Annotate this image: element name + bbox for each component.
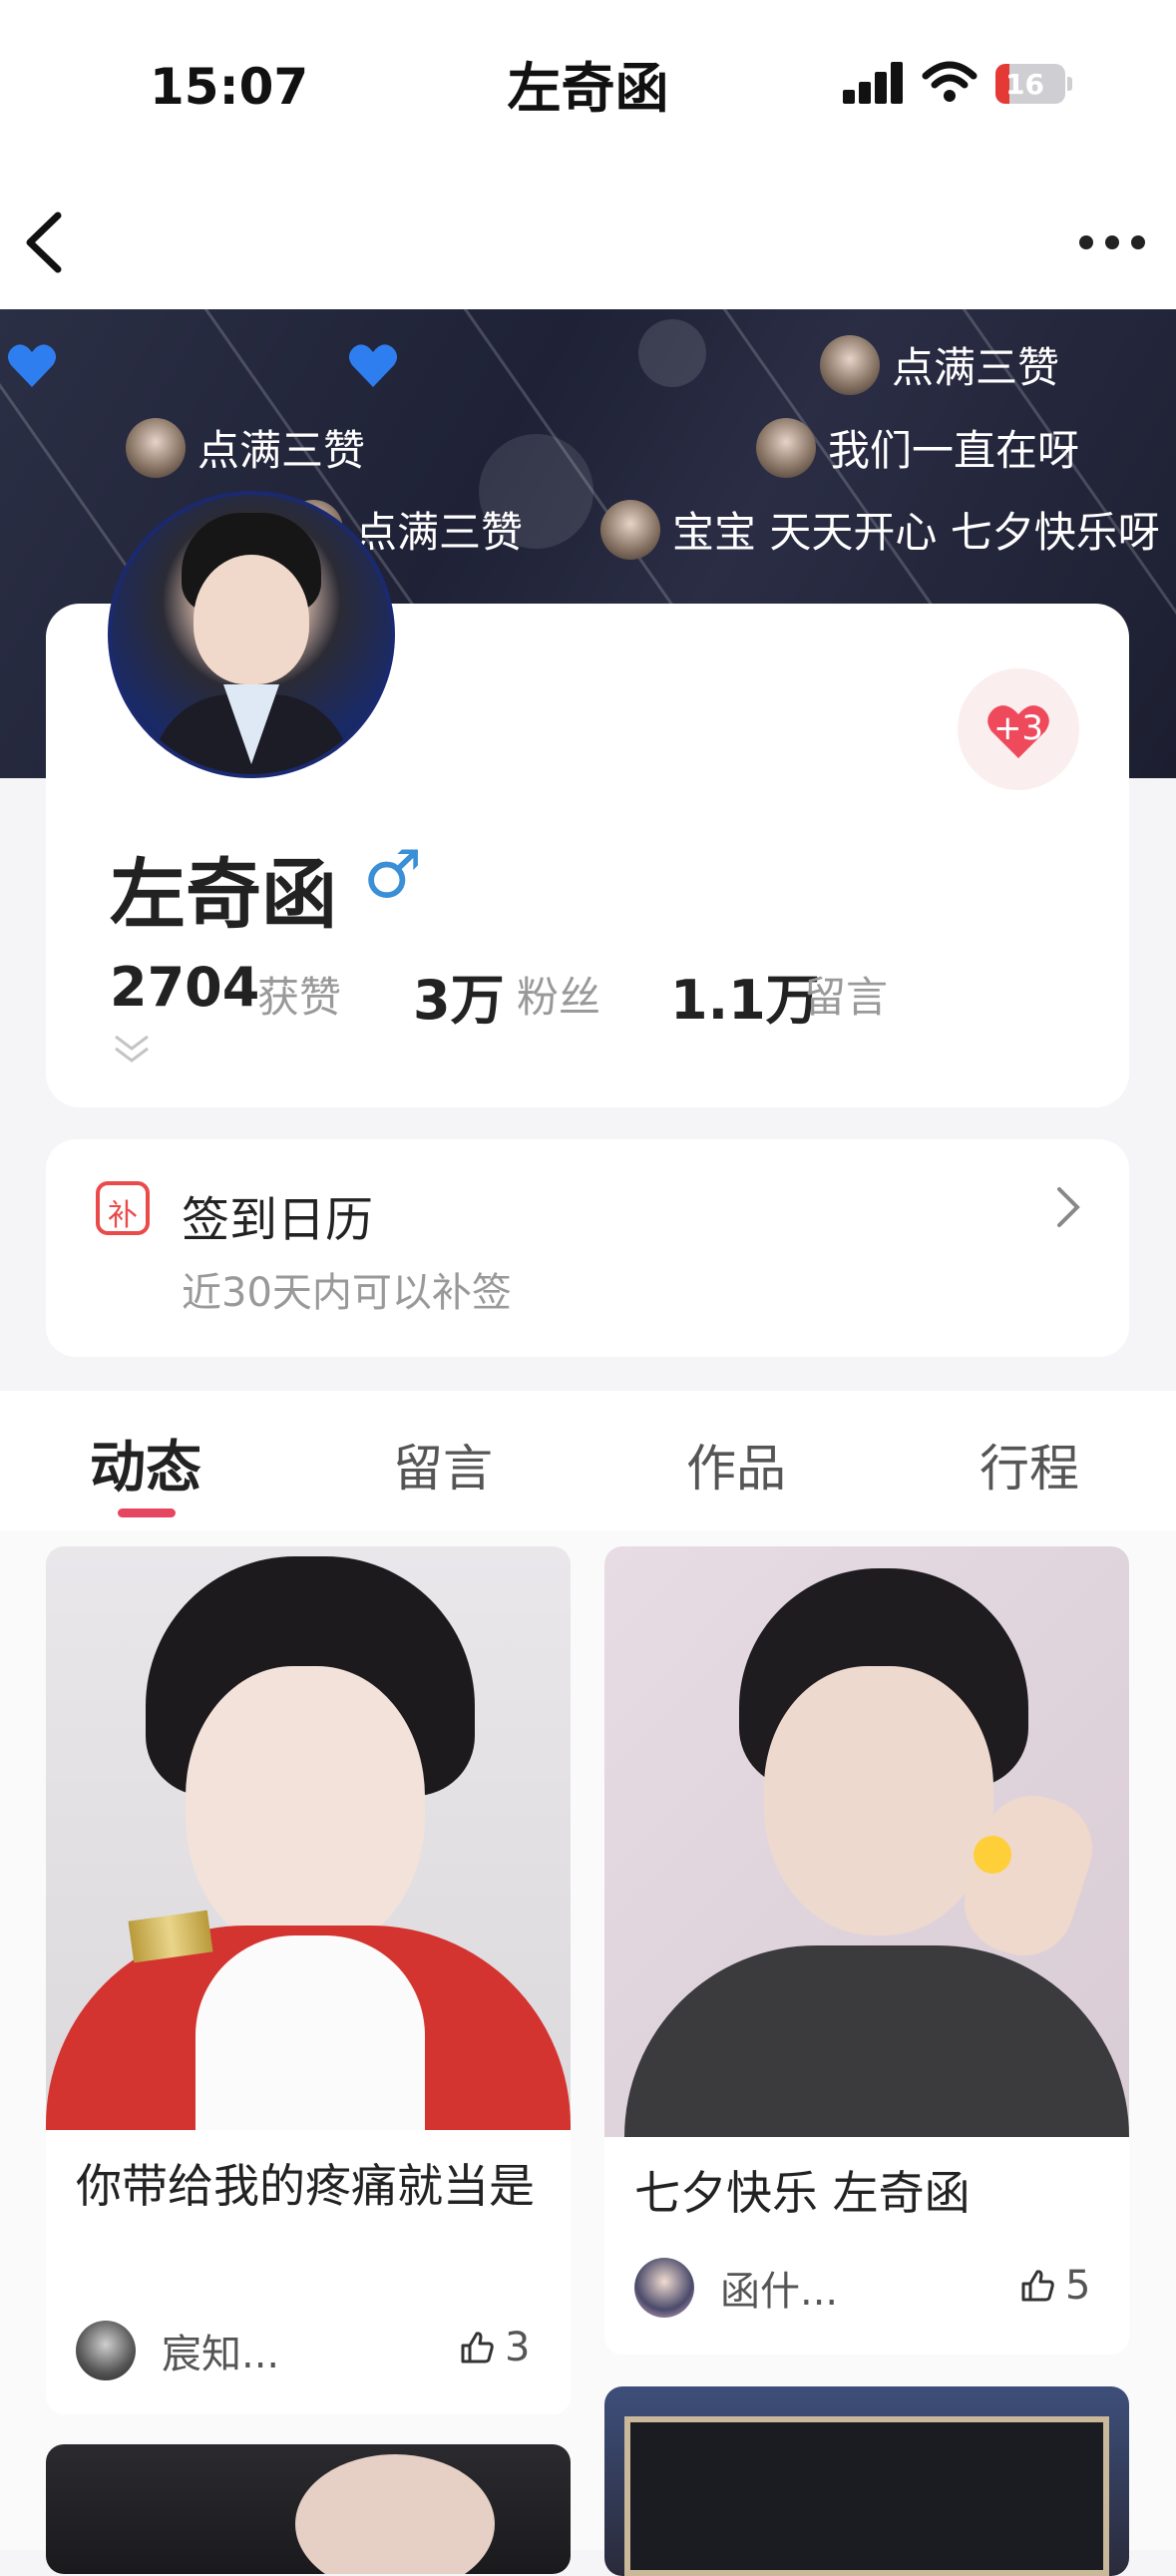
feed-likes[interactable]: 3: [459, 2325, 530, 2370]
page-title: 左奇函: [507, 57, 669, 120]
blue-heart-icon: [7, 344, 57, 387]
stat-messages-label: 留言: [804, 973, 889, 1022]
thumbs-up-icon: [461, 2332, 494, 2363]
more-options-icon[interactable]: [1079, 235, 1145, 251]
profile-avatar[interactable]: [108, 491, 395, 778]
commenter-avatar: [600, 499, 660, 560]
feed-card[interactable]: [604, 2386, 1129, 2576]
feed-card[interactable]: 你带给我的疼痛就当是 宸知... 3: [46, 1546, 571, 2414]
feed-image: [46, 2444, 571, 2574]
thumbs-up-icon: [1021, 2270, 1054, 2302]
commenter-avatar: [820, 334, 880, 395]
feed-image: [604, 1546, 1129, 2137]
blue-heart-icon: [348, 344, 398, 387]
back-arrow-icon[interactable]: [22, 210, 66, 275]
profile-name: 左奇函: [110, 850, 337, 939]
expand-chevron-icon[interactable]: [112, 1033, 152, 1065]
calendar-subtitle: 近30天内可以补签: [182, 1270, 512, 1316]
stat-fans-value[interactable]: 3万: [413, 956, 505, 1035]
commenter-avatar: [126, 417, 186, 478]
feed-card[interactable]: [46, 2444, 571, 2574]
chevron-right-icon: [1057, 1187, 1080, 1227]
feed-author[interactable]: 函什...: [634, 2258, 838, 2318]
feed-card[interactable]: 七夕快乐 左奇函 函什... 5: [604, 1546, 1129, 2355]
danmu-comment: 点满三赞: [126, 417, 365, 478]
active-tab-indicator: [118, 1508, 176, 1517]
like-badge-count: +3: [992, 708, 1044, 748]
tab-messages[interactable]: 留言: [393, 1429, 493, 1501]
feed-image: [604, 2386, 1129, 2576]
tab-works[interactable]: 作品: [686, 1429, 786, 1501]
calendar-title: 签到日历: [182, 1192, 374, 1248]
navigation-bar: [0, 170, 1176, 309]
stat-fans-label: 粉丝: [517, 973, 601, 1022]
feed-title: 你带给我的疼痛就当是: [76, 2159, 535, 2213]
danmu-comment: 宝宝 天天开心 七夕快乐呀: [600, 499, 1160, 560]
danmu-comment: 我们一直在呀: [756, 417, 1079, 478]
stat-likes-label: 获赞: [257, 973, 342, 1022]
feed-title: 七夕快乐 左奇函: [634, 2166, 971, 2220]
author-avatar: [76, 2321, 136, 2380]
male-gender-icon: ♂: [363, 836, 423, 913]
like-badge-button[interactable]: +3: [958, 668, 1079, 790]
tab-moments[interactable]: 动态: [90, 1423, 201, 1503]
danmu-comment: 点满三赞: [820, 334, 1059, 395]
stat-messages-value[interactable]: 1.1万: [670, 956, 820, 1035]
feed-likes[interactable]: 5: [1019, 2263, 1090, 2309]
tab-schedule[interactable]: 行程: [980, 1429, 1079, 1501]
author-avatar: [634, 2258, 694, 2318]
feed-author[interactable]: 宸知...: [76, 2321, 279, 2380]
commenter-avatar: [756, 417, 816, 478]
stat-likes-value: 2704: [110, 956, 260, 1019]
feed-image: [46, 1546, 571, 2130]
makeup-checkin-icon: 补: [96, 1181, 150, 1235]
